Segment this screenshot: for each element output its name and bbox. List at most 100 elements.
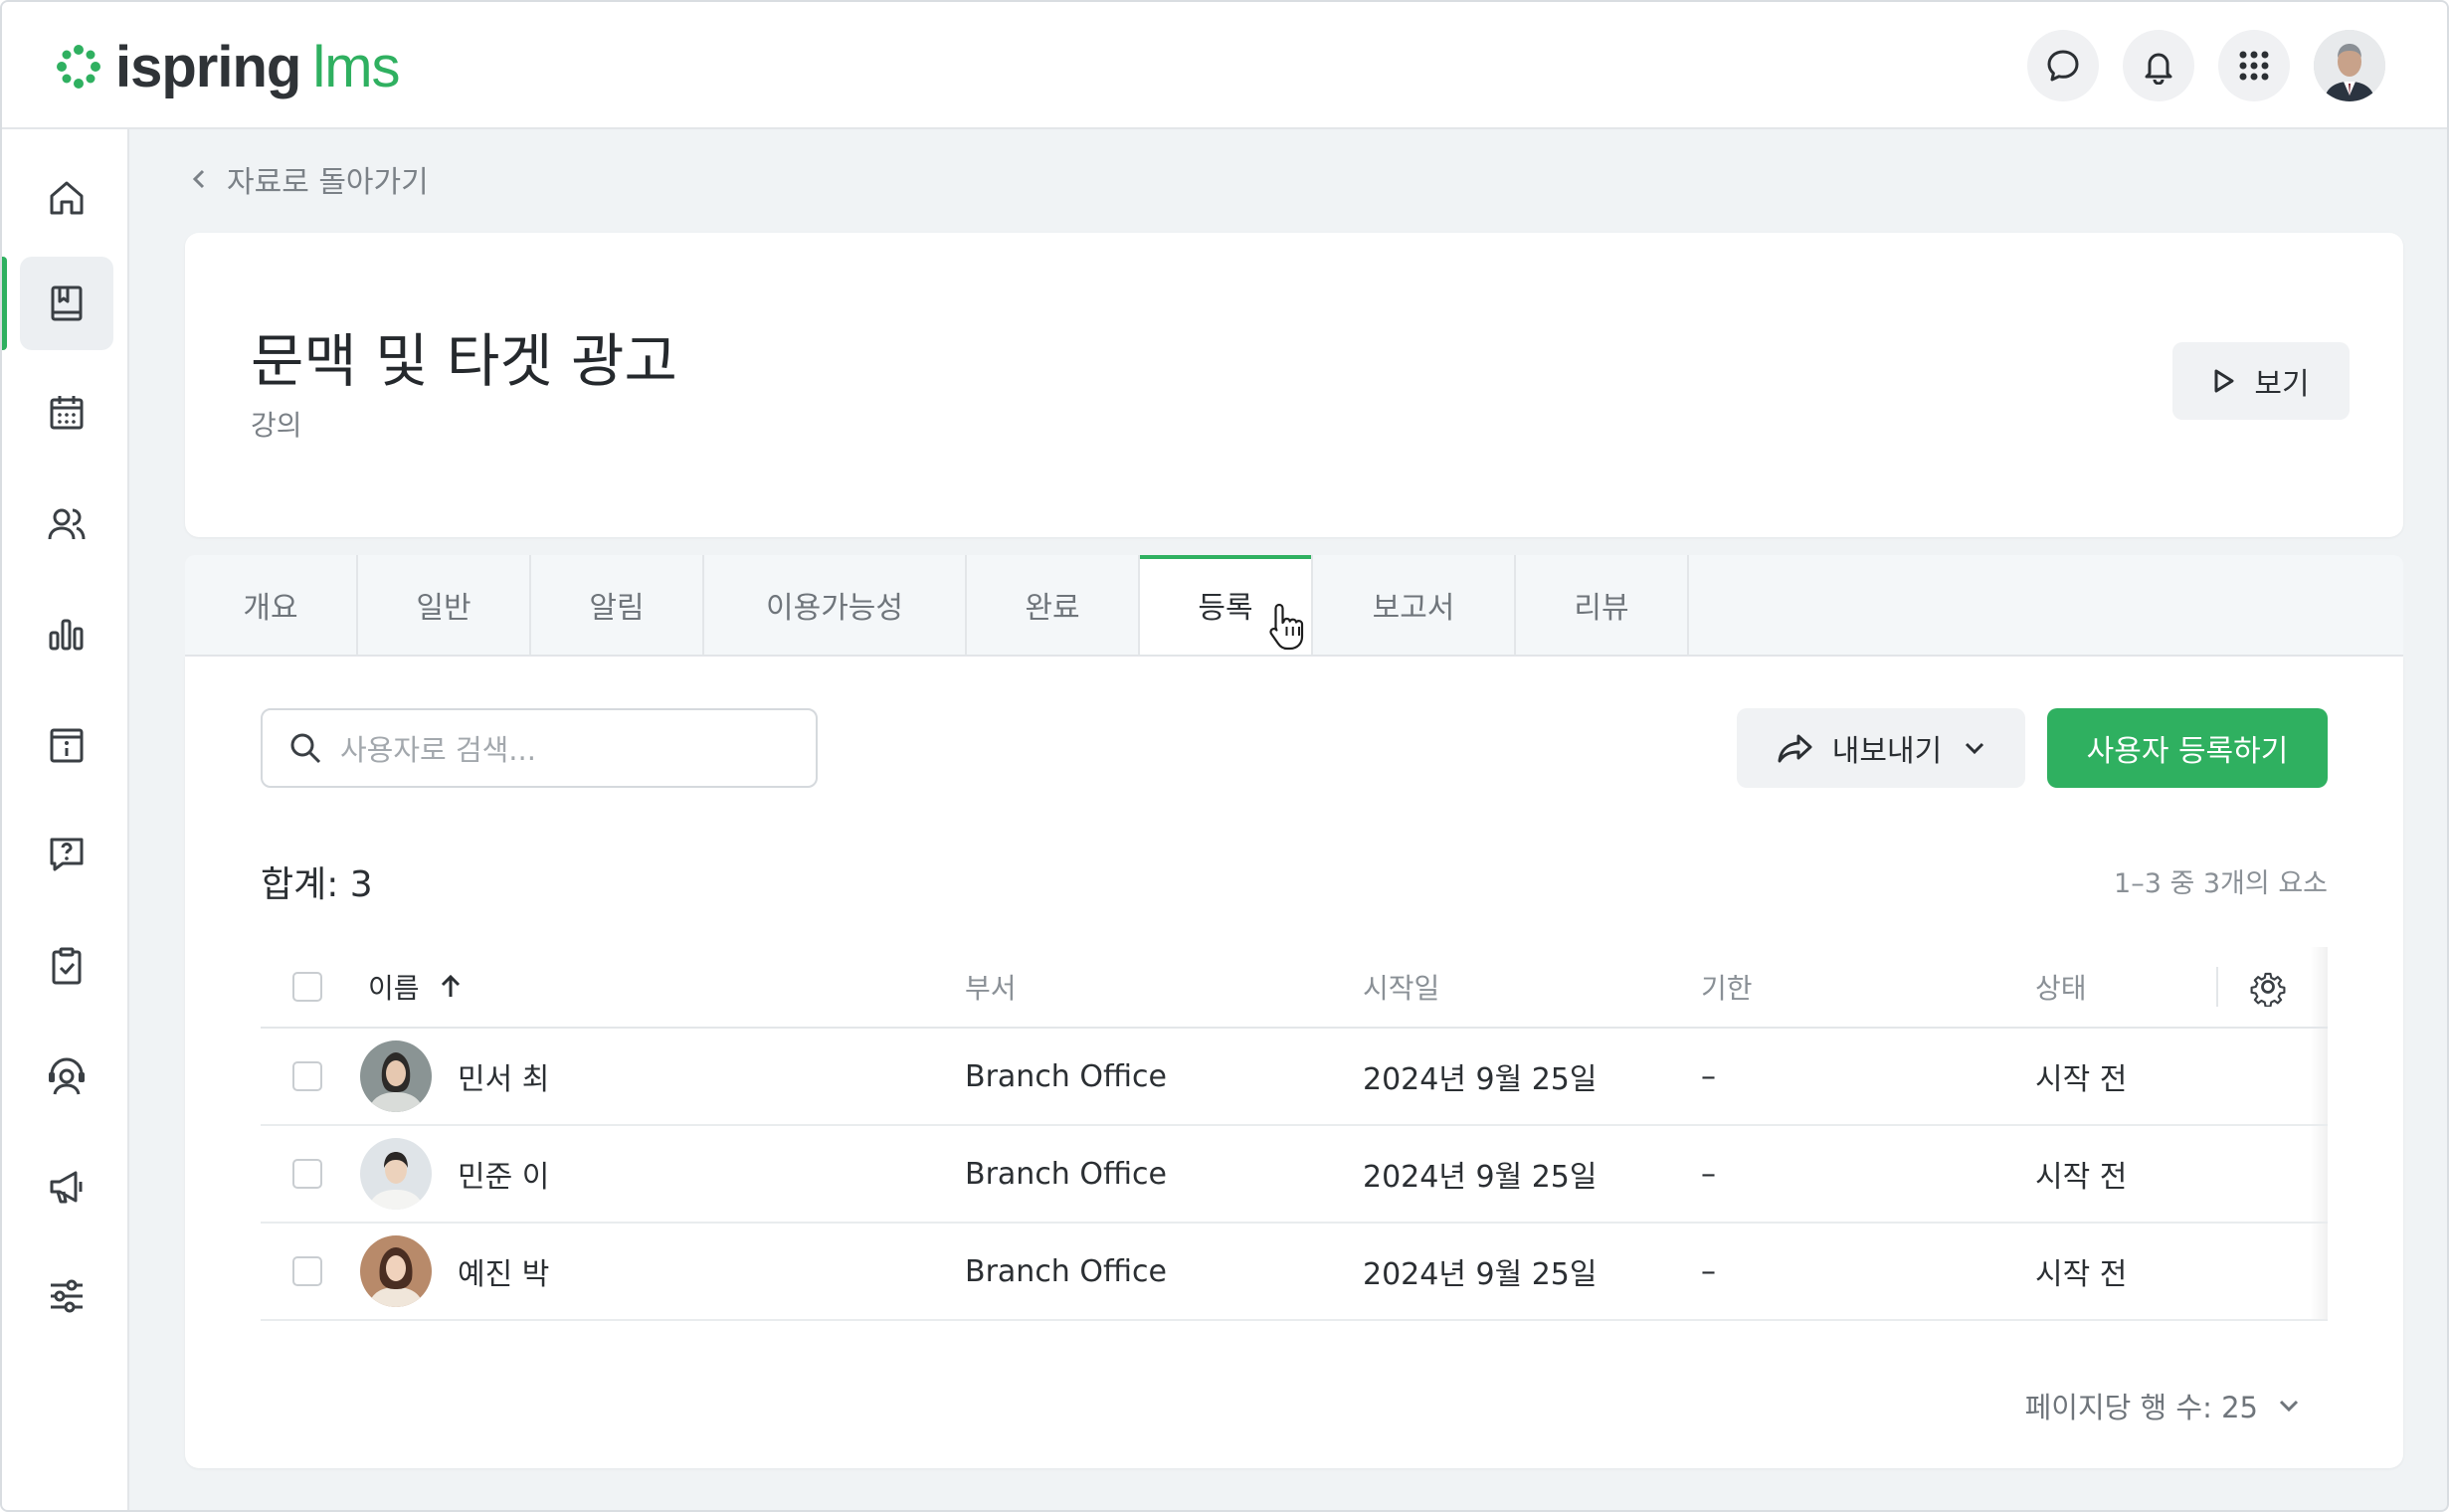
notifications-button[interactable]	[2123, 30, 2194, 101]
start-date-cell: 2024년 9월 25일	[1363, 1062, 1598, 1097]
table-row[interactable]: 민서 최 Branch Office 2024년 9월 25일 – 시작 전	[261, 1029, 2328, 1126]
tab-reports[interactable]: 보고서	[1313, 555, 1516, 655]
table-row[interactable]: 예진 박 Branch Office 2024년 9월 25일 – 시작 전	[261, 1224, 2328, 1321]
sidebar-item-tasks[interactable]	[20, 919, 113, 1013]
sidebar-item-settings[interactable]	[20, 1249, 113, 1343]
tab-completion[interactable]: 완료	[967, 555, 1140, 655]
column-header-name-label: 이름	[368, 972, 420, 1005]
column-header-start-date[interactable]: 시작일	[1363, 947, 1439, 1027]
rows-per-page-label: 페이지당 행 수: 25	[2024, 1391, 2258, 1424]
tab-label: 알림	[589, 591, 645, 626]
table-header: 이름 부서 시작일 기한 상태	[261, 947, 2328, 1029]
home-icon	[50, 181, 84, 215]
row-checkbox-cell	[292, 1126, 322, 1222]
ispring-logo[interactable]: ispring lms	[54, 34, 401, 99]
tab-overview[interactable]: 개요	[185, 555, 358, 655]
apps-menu-button[interactable]	[2218, 30, 2290, 101]
tab-general[interactable]: 일반	[358, 555, 531, 655]
user-name: 민서 최	[458, 1062, 550, 1097]
megaphone-icon	[50, 1171, 83, 1204]
export-button-label: 내보내기	[1831, 734, 1943, 769]
clipboard-check-icon	[52, 947, 82, 985]
avatar-portrait-icon	[360, 1235, 432, 1307]
column-header-status[interactable]: 상태	[2035, 947, 2087, 1027]
table-row[interactable]: 민준 이 Branch Office 2024년 9월 25일 – 시작 전	[261, 1126, 2328, 1224]
department-cell: Branch Office	[965, 1253, 1167, 1289]
enroll-users-button-label: 사용자 등록하기	[2086, 734, 2289, 769]
column-header-due[interactable]: 기한	[1701, 947, 1753, 1027]
avatar	[360, 1040, 432, 1112]
chevron-left-icon	[192, 169, 205, 189]
avatar-portrait-icon	[2314, 30, 2385, 101]
users-icon	[48, 508, 86, 540]
top-bar: ispring lms	[2, 2, 2447, 129]
avatar-portrait-icon	[360, 1138, 432, 1210]
tab-label: 개요	[243, 591, 298, 626]
start-date-cell: 2024년 9월 25일	[1363, 1160, 1598, 1195]
tab-reviews[interactable]: 리뷰	[1516, 555, 1689, 655]
sidebar-item-home[interactable]	[20, 151, 113, 245]
app-window: ispring lms 자료로 돌아가기 문맥 및 타겟 광고 강의 보기 개요…	[0, 0, 2449, 1512]
column-header-due-label: 기한	[1701, 972, 1753, 1005]
sidebar-item-info[interactable]	[20, 698, 113, 792]
logo-text-ispring: ispring	[115, 34, 301, 99]
column-settings-button[interactable]	[2248, 947, 2288, 1027]
search-input[interactable]: 사용자로 검색...	[261, 708, 818, 788]
book-icon	[51, 285, 83, 321]
support-agent-icon	[49, 1057, 85, 1095]
info-calendar-icon	[50, 728, 84, 763]
chat-button[interactable]	[2027, 30, 2099, 101]
sidebar-item-help[interactable]	[20, 808, 113, 901]
bar-chart-icon	[49, 619, 84, 651]
sidebar	[2, 129, 129, 1510]
sidebar-item-content[interactable]	[20, 257, 113, 350]
tab-label: 완료	[1025, 591, 1080, 626]
export-button[interactable]: 내보내기	[1737, 708, 2025, 788]
avatar	[360, 1235, 432, 1307]
user-name: 민준 이	[458, 1160, 550, 1195]
user-name: 예진 박	[458, 1257, 550, 1292]
status-cell: 시작 전	[2035, 1062, 2128, 1097]
user-cell[interactable]: 민준 이	[360, 1126, 549, 1222]
row-checkbox[interactable]	[292, 1256, 322, 1286]
status-cell: 시작 전	[2035, 1257, 2128, 1292]
department-cell: Branch Office	[965, 1156, 1167, 1192]
help-chat-icon	[50, 838, 84, 871]
select-all-cell	[292, 947, 322, 1027]
sidebar-item-announcements[interactable]	[20, 1140, 113, 1233]
sidebar-item-reports[interactable]	[20, 587, 113, 680]
enrollments-panel: 사용자로 검색... 내보내기 사용자 등록하기 합계: 3 1–3 중 3개의…	[185, 657, 2403, 1468]
row-checkbox[interactable]	[292, 1061, 322, 1091]
calendar-icon	[50, 396, 84, 430]
tab-label: 보고서	[1372, 591, 1455, 626]
content-type-label: 강의	[251, 409, 302, 442]
sidebar-item-support[interactable]	[20, 1029, 113, 1122]
user-avatar[interactable]	[2314, 30, 2385, 101]
column-header-name[interactable]: 이름	[368, 947, 464, 1027]
select-all-checkbox[interactable]	[292, 972, 322, 1002]
sidebar-item-calendar[interactable]	[20, 366, 113, 460]
play-icon	[2214, 369, 2234, 393]
user-cell[interactable]: 예진 박	[360, 1224, 549, 1319]
due-cell: –	[1701, 1058, 1716, 1094]
top-actions	[2003, 30, 2385, 101]
gear-icon	[2250, 972, 2286, 1007]
view-button[interactable]: 보기	[2172, 342, 2350, 420]
enroll-users-button[interactable]: 사용자 등록하기	[2047, 708, 2328, 788]
bell-icon	[2145, 53, 2172, 85]
back-link[interactable]: 자료로 돌아가기	[191, 157, 429, 201]
chevron-down-icon	[2279, 1400, 2299, 1413]
column-header-department[interactable]: 부서	[965, 947, 1017, 1027]
tab-notifications[interactable]: 알림	[531, 555, 704, 655]
sort-ascending-icon	[441, 974, 460, 997]
start-date-cell: 2024년 9월 25일	[1363, 1257, 1598, 1292]
rows-per-page-select[interactable]: 페이지당 행 수: 25	[2025, 1385, 2300, 1426]
sidebar-item-users[interactable]	[20, 477, 113, 571]
row-checkbox[interactable]	[292, 1159, 322, 1189]
tab-availability[interactable]: 이용가능성	[704, 555, 967, 655]
sliders-icon	[51, 1279, 83, 1313]
apps-grid-icon	[2239, 51, 2269, 81]
column-header-status-label: 상태	[2035, 972, 2087, 1005]
avatar	[360, 1138, 432, 1210]
user-cell[interactable]: 민서 최	[360, 1029, 549, 1124]
